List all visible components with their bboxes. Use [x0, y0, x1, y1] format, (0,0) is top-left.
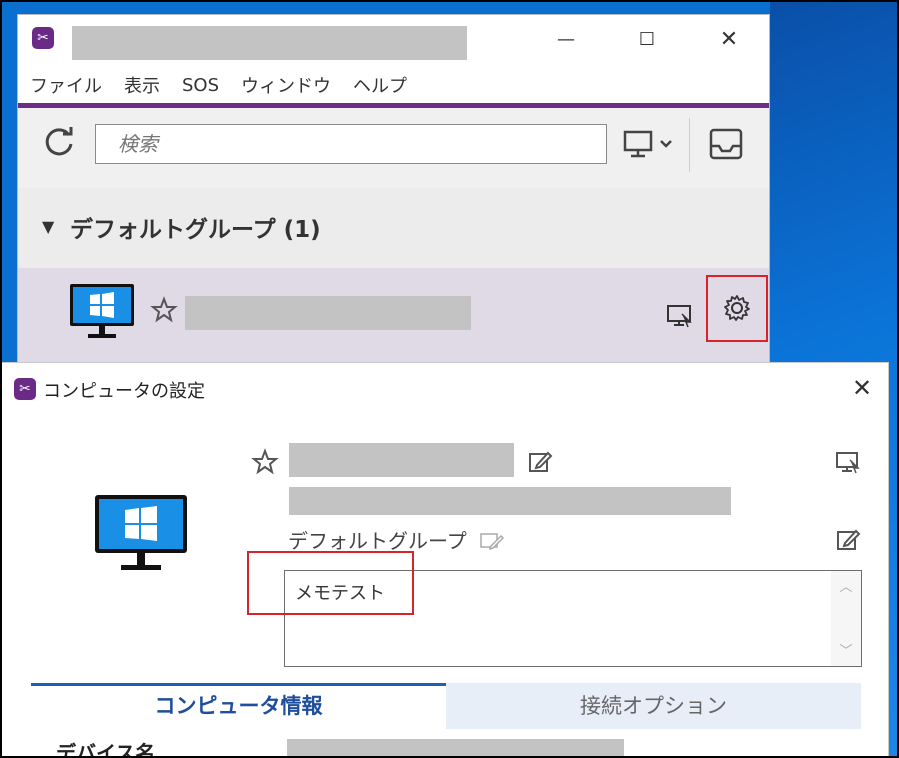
favorite-star-icon[interactable]	[150, 296, 178, 324]
redacted-computer-name	[289, 443, 514, 477]
redacted-window-title	[72, 26, 467, 60]
tab-computer-info[interactable]: コンピュータ情報	[31, 683, 446, 729]
remote-connect-icon[interactable]	[835, 449, 861, 475]
refresh-icon[interactable]	[41, 124, 77, 160]
windows-pc-large-icon	[93, 493, 189, 575]
settings-gear-button[interactable]	[706, 275, 768, 342]
menu-bar: ファイル 表示 SOS ウィンドウ ヘルプ	[18, 67, 769, 103]
remote-connect-icon[interactable]	[666, 302, 694, 330]
inbox-icon[interactable]	[707, 126, 745, 162]
app-logo-icon: ✂	[14, 378, 36, 400]
menu-help[interactable]: ヘルプ	[353, 72, 407, 98]
main-window: ✂ — ☐ ✕ ファイル 表示 SOS ウィンドウ ヘルプ ▼ デフォルトグルー…	[17, 14, 770, 369]
search-field[interactable]	[95, 124, 607, 164]
menu-view[interactable]: 表示	[124, 72, 160, 98]
scroll-down-icon[interactable]: ﹀	[831, 641, 861, 663]
windows-pc-icon	[68, 282, 136, 342]
menu-file[interactable]: ファイル	[30, 72, 102, 98]
memo-highlight-box	[247, 551, 414, 615]
menu-window[interactable]: ウィンドウ	[241, 72, 331, 98]
maximize-button[interactable]: ☐	[627, 25, 667, 55]
toolbar	[18, 108, 769, 188]
title-bar: ✂ — ☐ ✕	[18, 15, 769, 67]
favorite-star-icon[interactable]	[251, 448, 279, 476]
scroll-up-icon[interactable]: ︿	[831, 577, 861, 599]
group-edit-icon[interactable]	[479, 531, 505, 553]
redacted-computer-detail	[289, 487, 731, 515]
menu-sos[interactable]: SOS	[182, 75, 219, 96]
gear-icon	[724, 295, 750, 321]
minimize-button[interactable]: —	[546, 25, 586, 55]
search-input[interactable]	[96, 125, 606, 163]
tab-connection-options[interactable]: 接続オプション	[446, 683, 861, 729]
computer-settings-dialog: ✂ コンピュータの設定 ✕ デフォルトグループ メモテスト ︿ ﹀ コンピュータ…	[0, 362, 889, 758]
dialog-title: コンピュータの設定	[43, 381, 205, 402]
computer-view-dropdown[interactable]	[621, 126, 679, 162]
device-name-label: デバイス名	[56, 741, 156, 758]
collapse-caret-icon[interactable]: ▼	[42, 217, 54, 236]
app-logo-icon: ✂	[32, 27, 54, 49]
dialog-title-bar: ✂ コンピュータの設定 ✕	[1, 363, 888, 415]
redacted-computer-name	[185, 296, 471, 330]
dialog-close-button[interactable]: ✕	[847, 373, 877, 403]
memo-scrollbar[interactable]: ︿ ﹀	[831, 571, 861, 666]
group-header[interactable]: ▼ デフォルトグループ (1)	[18, 188, 769, 268]
close-button[interactable]: ✕	[709, 25, 749, 55]
group-name: デフォルトグループ	[288, 529, 467, 553]
edit-group-icon[interactable]	[835, 527, 861, 553]
toolbar-divider	[689, 118, 690, 172]
redacted-device-name	[287, 739, 624, 758]
edit-name-icon[interactable]	[527, 449, 553, 475]
dialog-tabs: コンピュータ情報 接続オプション	[31, 683, 861, 729]
group-title: デフォルトグループ (1)	[70, 217, 321, 243]
computer-row[interactable]	[18, 268, 769, 363]
